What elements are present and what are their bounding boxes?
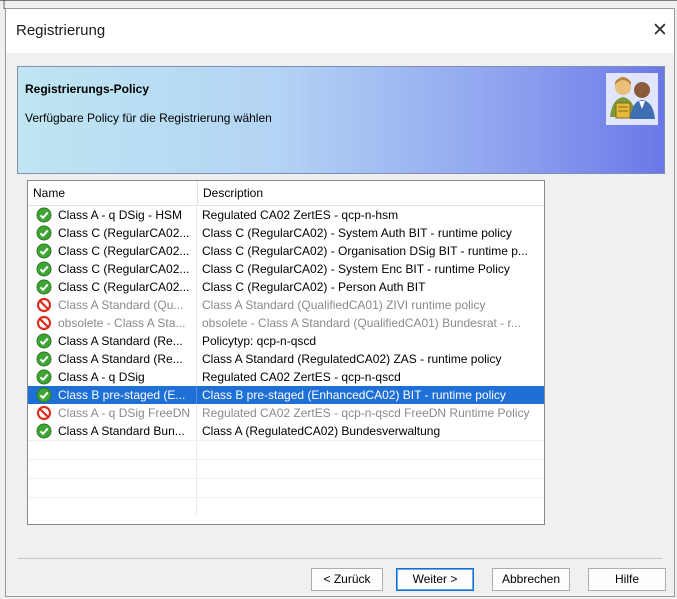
check-circle-icon xyxy=(36,207,52,223)
policy-description: Class C (RegularCA02) - System Enc BIT -… xyxy=(202,262,510,276)
empty-cell xyxy=(28,460,197,478)
title-bar: Registrierung ✕ xyxy=(6,9,674,53)
list-item[interactable]: Class A Standard (Qu... Class A Standard … xyxy=(28,296,544,314)
list-item[interactable]: Class C (RegularCA02... Class C (RegularC… xyxy=(28,260,544,278)
policy-description: Class A Standard (RegulatedCA02) ZAS - r… xyxy=(202,352,502,366)
list-item[interactable]: Class B pre-staged (E... Class B pre-stag… xyxy=(28,386,544,404)
empty-row xyxy=(28,459,544,478)
check-circle-icon xyxy=(36,225,52,241)
policy-description: Regulated CA02 ZertES - qcp-n-qscd FreeD… xyxy=(202,406,530,420)
empty-cell xyxy=(28,479,197,497)
next-button[interactable]: Weiter > xyxy=(396,568,474,591)
check-circle-icon xyxy=(36,279,52,295)
policy-description: Class C (RegularCA02) - Organisation DSi… xyxy=(202,244,528,258)
policy-description: Class B pre-staged (EnhancedCA02) BIT - … xyxy=(202,388,506,402)
list-item[interactable]: Class A - q DSig Regulated CA02 ZertES - … xyxy=(28,368,544,386)
list-item[interactable]: Class C (RegularCA02... Class C (RegularC… xyxy=(28,224,544,242)
banner-title: Registrierungs-Policy xyxy=(25,82,150,96)
policy-description: Class A Standard (QualifiedCA01) ZIVI ru… xyxy=(202,298,486,312)
screen-top-edge xyxy=(0,0,677,1)
policy-name: Class A - q DSig xyxy=(28,368,197,386)
list-item[interactable]: Class C (RegularCA02... Class C (RegularC… xyxy=(28,278,544,296)
policy-name: Class C (RegularCA02... xyxy=(28,278,197,296)
window-title: Registrierung xyxy=(16,22,106,39)
check-circle-icon xyxy=(36,369,52,385)
list-item[interactable]: Class A Standard (Re... Policytyp: qcp-n-… xyxy=(28,332,544,350)
policy-name: Class A - q DSig FreeDN xyxy=(28,404,197,422)
list-item[interactable]: Class A - q DSig - HSM Regulated CA02 Zer… xyxy=(28,206,544,224)
policy-description: Regulated CA02 ZertES - qcp-n-qscd xyxy=(202,370,401,384)
blocked-icon xyxy=(36,405,52,421)
column-header-description[interactable]: Description xyxy=(198,181,544,205)
policy-description: Class C (RegularCA02) - Person Auth BIT xyxy=(202,280,426,294)
list-item[interactable]: Class A - q DSig FreeDN Regulated CA02 Ze… xyxy=(28,404,544,422)
button-separator xyxy=(18,558,662,559)
policy-name: obsolete - Class A Sta... xyxy=(28,314,197,332)
check-circle-icon xyxy=(36,351,52,367)
policy-name: Class C (RegularCA02... xyxy=(28,242,197,260)
policy-name: Class A - q DSig - HSM xyxy=(28,206,197,224)
policy-description: Class C (RegularCA02) - System Auth BIT … xyxy=(202,226,512,240)
list-item[interactable]: Class C (RegularCA02... Class C (RegularC… xyxy=(28,242,544,260)
list-rows: Class A - q DSig - HSM Regulated CA02 Zer… xyxy=(28,206,544,516)
list-item[interactable]: obsolete - Class A Sta... obsolete - Clas… xyxy=(28,314,544,332)
policy-name: Class A Standard (Re... xyxy=(28,332,197,350)
help-button[interactable]: Hilfe xyxy=(588,568,666,591)
policy-name: Class A Standard (Qu... xyxy=(28,296,197,314)
banner-subtitle: Verfügbare Policy für die Registrierung … xyxy=(25,111,272,125)
users-certificate-icon xyxy=(606,73,658,125)
policy-name: Class C (RegularCA02... xyxy=(28,260,197,278)
list-header: Name Description xyxy=(28,181,544,206)
cancel-button[interactable]: Abbrechen xyxy=(492,568,570,591)
policy-description: Class A (RegulatedCA02) Bundesverwaltung xyxy=(202,424,441,438)
policy-description: Policytyp: qcp-n-qscd xyxy=(202,334,317,348)
policy-list[interactable]: Name Description Class A - q DSig - HSM R… xyxy=(27,180,545,525)
check-circle-icon xyxy=(36,333,52,349)
blocked-icon xyxy=(36,297,52,313)
blocked-icon xyxy=(36,315,52,331)
policy-description: obsolete - Class A Standard (QualifiedCA… xyxy=(202,316,521,330)
header-banner: Registrierungs-Policy Verfügbare Policy … xyxy=(17,66,665,174)
check-circle-icon xyxy=(36,261,52,277)
column-header-name[interactable]: Name xyxy=(28,181,198,205)
back-button[interactable]: < Zurück xyxy=(311,568,383,591)
check-circle-icon xyxy=(36,243,52,259)
policy-name: Class C (RegularCA02... xyxy=(28,224,197,242)
list-item[interactable]: Class A Standard (Re... Class A Standard … xyxy=(28,350,544,368)
empty-row xyxy=(28,478,544,497)
check-circle-icon xyxy=(36,387,52,403)
empty-row xyxy=(28,440,544,459)
policy-description: Regulated CA02 ZertES - qcp-n-hsm xyxy=(202,208,399,222)
check-circle-icon xyxy=(36,423,52,439)
close-button[interactable]: ✕ xyxy=(648,19,672,43)
empty-cell xyxy=(28,498,197,516)
list-item[interactable]: Class A Standard Bun... Class A (Regulate… xyxy=(28,422,544,440)
policy-name: Class A Standard Bun... xyxy=(28,422,197,440)
empty-cell xyxy=(28,441,197,459)
policy-name: Class A Standard (Re... xyxy=(28,350,197,368)
policy-name: Class B pre-staged (E... xyxy=(28,386,197,404)
empty-row xyxy=(28,497,544,516)
